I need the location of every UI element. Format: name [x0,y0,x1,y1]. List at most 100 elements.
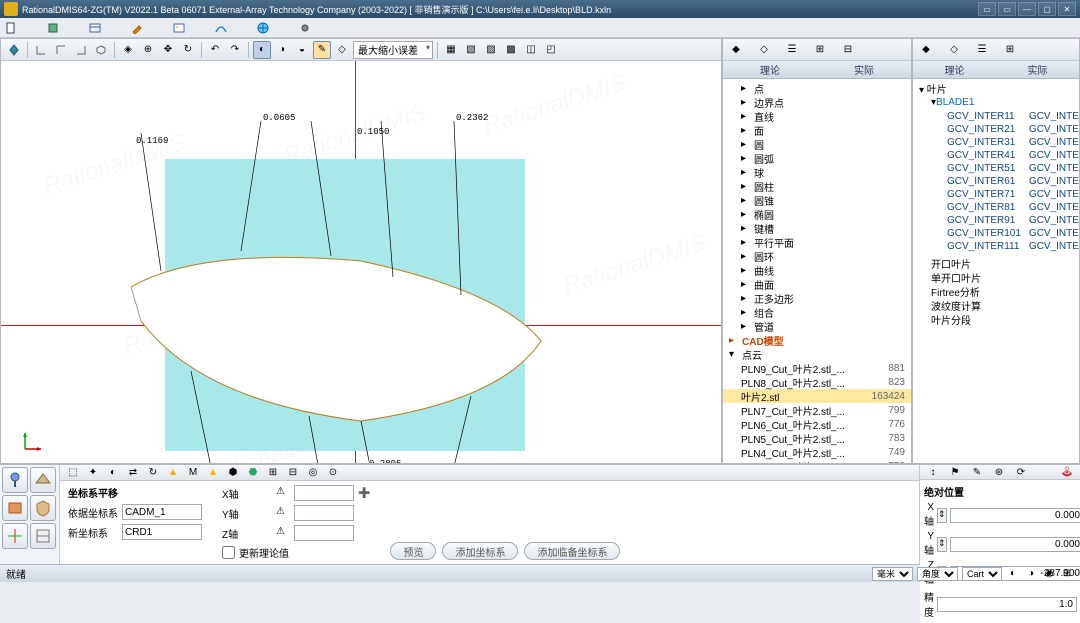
feat-item[interactable]: ▸圆柱 [723,179,911,193]
vp-xz-icon[interactable] [52,41,70,59]
vp-opt1-icon[interactable]: ▦ [442,41,460,59]
vp-nav-icon[interactable] [5,41,23,59]
blade-extra-item[interactable]: 波纹度计算 [913,298,1079,312]
ct-y-input[interactable] [294,505,354,521]
ct-update-checkbox[interactable] [222,546,235,559]
status-unit-select[interactable]: 毫米 [872,567,913,581]
pointcloud-item[interactable]: PLN7_Cut_叶片2.stl_...799 [723,403,911,417]
mode-table-icon[interactable] [30,523,56,549]
gcv-item[interactable]: GCV_INTER101 [1029,228,1079,241]
pointcloud-item[interactable]: PLN8_Cut_叶片2.stl_...823 [723,375,911,389]
feat-item[interactable]: ▸组合 [723,305,911,319]
vp-xy-icon[interactable] [32,41,50,59]
minimize-button[interactable]: — [1018,2,1036,16]
gcv-item[interactable]: GCV_INTER41 [1029,150,1079,163]
add-x-icon[interactable]: ➕ [358,488,370,499]
blade-tab4-icon[interactable]: ⊞ [1003,43,1017,57]
ct-ico-8[interactable]: ▲ [206,466,220,480]
ap-prec-input[interactable] [937,597,1077,612]
ct-dst-input[interactable] [122,524,202,540]
ct-ico-3[interactable]: ◐ [106,466,120,480]
maximize-button[interactable]: ▢ [1038,2,1056,16]
ct-ico-6[interactable]: ▲ [166,466,180,480]
gcv-item[interactable]: GCV_INTER71 [917,189,1021,202]
feat-item[interactable]: ▸点 [723,81,911,95]
ap-ico-1[interactable]: ↕ [926,465,940,479]
gcv-item[interactable]: GCV_INTER111 [917,241,1021,254]
vp-precision-combo[interactable]: 最大缩小误差 [353,41,433,59]
auxiliary-window-button-2[interactable]: ▭ [998,2,1016,16]
vp-mode3-icon[interactable]: ◒ [293,41,311,59]
gcv-item[interactable]: GCV_INTER11 [1029,111,1079,124]
table-icon[interactable] [88,21,102,35]
gcv-item[interactable]: GCV_INTER61 [917,176,1021,189]
vp-fit-icon[interactable]: ◈ [119,41,137,59]
vp-mode1-icon[interactable]: ◐ [253,41,271,59]
gcv-item[interactable]: GCV_INTER81 [917,202,1021,215]
ap-ico-4[interactable]: ⊛ [992,465,1006,479]
gcv-item[interactable]: GCV_INTER21 [1029,124,1079,137]
brush-icon[interactable] [130,21,144,35]
feat-tab4-icon[interactable]: ⊞ [813,43,827,57]
feat-item[interactable]: ▸椭圆 [723,207,911,221]
ct-src-select[interactable] [122,504,202,520]
vp-mode5-icon[interactable]: ◇ [333,41,351,59]
ct-ico-12[interactable]: ⊟ [286,466,300,480]
blade-tab1-icon[interactable]: ◆ [919,43,933,57]
vp-iso-icon[interactable] [92,41,110,59]
vp-mode4-icon[interactable]: ✎ [313,41,331,59]
ct-ico-5[interactable]: ↻ [146,466,160,480]
feat-item[interactable]: ▸正多边形 [723,291,911,305]
ct-ico-11[interactable]: ⊞ [266,466,280,480]
gcv-item[interactable]: GCV_INTER91 [1029,215,1079,228]
viewport-canvas[interactable]: RationalDMIS RationalDMIS RationalDMIS R… [1,61,721,463]
feat-item[interactable]: ▸边界点 [723,95,911,109]
blade-node[interactable]: ▾ BLADE1 [913,95,1079,109]
pointcloud-item[interactable]: PLN9_Cut_叶片2.stl_...881 [723,361,911,375]
blade-extra-item[interactable]: 单开口叶片 [913,270,1079,284]
status-ico-2[interactable]: ◑ [1024,567,1038,581]
pointcloud-item[interactable]: 叶片2.stl163424 [723,389,911,403]
ap-ico-3[interactable]: ✎ [970,465,984,479]
ct-add-temp-button[interactable]: 添加临备坐标系 [524,542,620,560]
ct-ico-9[interactable]: ⬢ [226,466,240,480]
ap-x-spin[interactable]: ⇕ [937,508,947,523]
photo-icon[interactable] [172,21,186,35]
ct-ico-1[interactable]: ⬚ [66,466,80,480]
ap-y-spin[interactable]: ⇕ [937,537,947,552]
blade-extra-item[interactable]: Firtree分析 [913,284,1079,298]
feat-item[interactable]: ▸曲线 [723,263,911,277]
ct-add-button[interactable]: 添加坐标系 [442,542,518,560]
feat-tab2-icon[interactable]: ◇ [757,43,771,57]
gcv-item[interactable]: GCV_INTER111 [1029,241,1079,254]
status-ico-4[interactable]: ⊞ [1060,567,1074,581]
status-ico-1[interactable]: ◐ [1006,567,1020,581]
vp-mode2-icon[interactable]: ◑ [273,41,291,59]
status-ico-3[interactable]: ◉ [1042,567,1056,581]
vp-redo-icon[interactable]: ↷ [226,41,244,59]
mode-shield-icon[interactable] [30,495,56,521]
feat-item[interactable]: ▸圆环 [723,249,911,263]
file-new-icon[interactable] [4,21,18,35]
ct-ico-14[interactable]: ⊙ [326,466,340,480]
feat-item[interactable]: ▸直线 [723,109,911,123]
vp-zoom-icon[interactable]: ⊕ [139,41,157,59]
feat-item[interactable]: ▸管道 [723,319,911,333]
feat-item[interactable]: ▸面 [723,123,911,137]
feat-item[interactable]: ▸曲面 [723,277,911,291]
ap-x-input[interactable] [950,508,1080,523]
gcv-item[interactable]: GCV_INTER101 [917,228,1021,241]
gcv-item[interactable]: GCV_INTER41 [917,150,1021,163]
blade-root[interactable]: ▾ 叶片 [913,81,1079,95]
close-button[interactable]: ✕ [1058,2,1076,16]
feat-tab1-icon[interactable]: ◆ [729,43,743,57]
gcv-item[interactable]: GCV_INTER31 [1029,137,1079,150]
vp-opt5-icon[interactable]: ◫ [522,41,540,59]
gcv-item[interactable]: GCV_INTER61 [1029,176,1079,189]
vp-opt3-icon[interactable]: ▨ [482,41,500,59]
cube-icon[interactable] [46,21,60,35]
ap-ico-2[interactable]: ⚑ [948,465,962,479]
vp-pan-icon[interactable]: ✥ [159,41,177,59]
ap-y-input[interactable] [950,537,1080,552]
vp-rotate-icon[interactable]: ↻ [179,41,197,59]
